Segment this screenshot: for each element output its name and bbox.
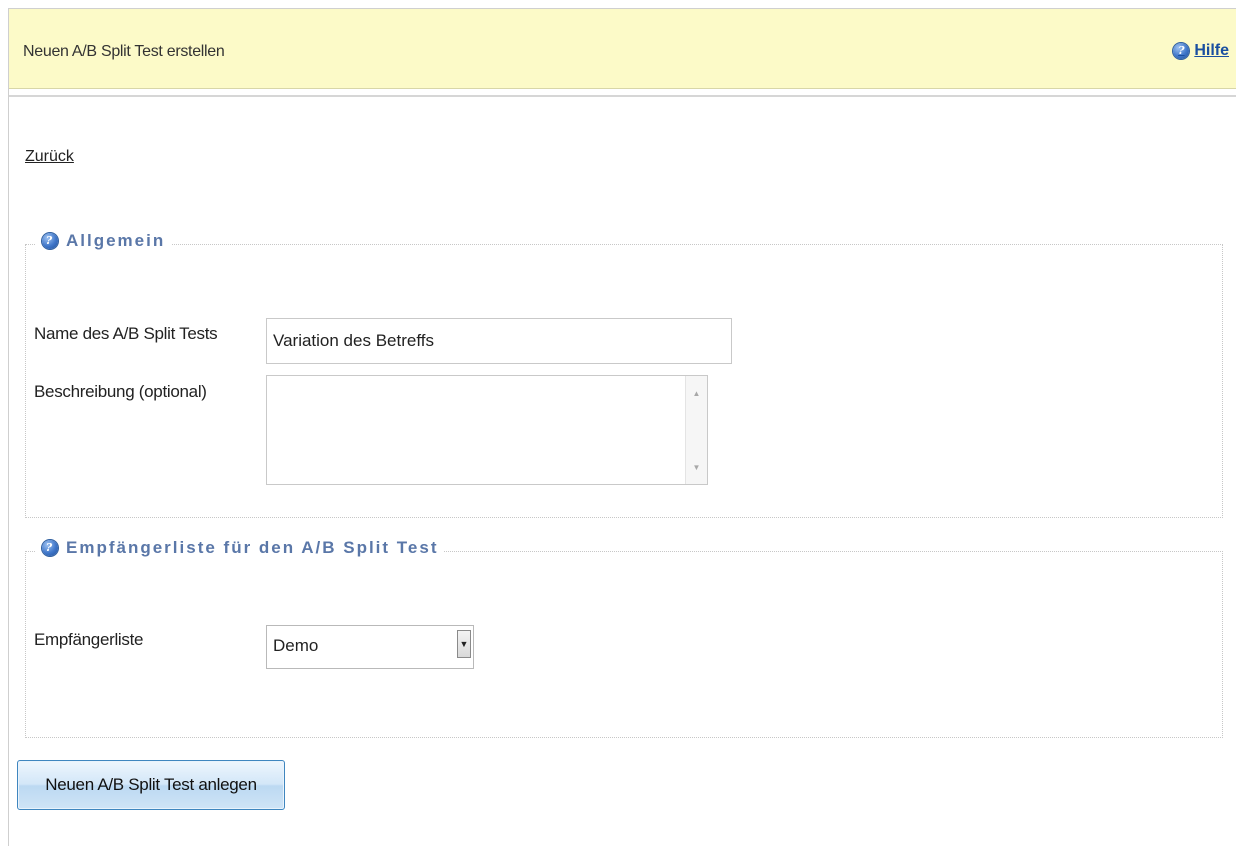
description-scrollbar[interactable]: ▲ ▼ xyxy=(685,376,707,484)
description-label: Beschreibung (optional) xyxy=(34,382,207,401)
description-field[interactable] xyxy=(267,376,686,484)
help-question-icon[interactable]: ? xyxy=(42,233,58,249)
test-name-input[interactable] xyxy=(266,318,732,364)
create-split-test-button[interactable]: Neuen A/B Split Test anlegen xyxy=(17,760,285,810)
chevron-down-icon[interactable]: ▼ xyxy=(457,630,471,658)
scroll-up-icon[interactable]: ▲ xyxy=(686,386,707,402)
help-question-icon: ? xyxy=(1173,43,1190,59)
help-question-icon[interactable]: ? xyxy=(42,540,58,556)
header-divider xyxy=(9,95,1236,97)
back-link[interactable]: Zurück xyxy=(25,148,74,166)
page-header: Neuen A/B Split Test erstellen ? Hilfe xyxy=(9,9,1236,89)
test-name-label: Name des A/B Split Tests xyxy=(34,324,218,343)
recipients-fieldset: ? Empfängerliste für den A/B Split Test xyxy=(25,538,1223,738)
scroll-down-icon[interactable]: ▼ xyxy=(686,460,707,476)
help-link-label: Hilfe xyxy=(1194,42,1229,59)
general-legend: ? Allgemein xyxy=(36,231,172,251)
help-link[interactable]: ? Hilfe xyxy=(1173,42,1229,60)
page-title: Neuen A/B Split Test erstellen xyxy=(23,43,225,60)
description-textarea[interactable]: ▲ ▼ xyxy=(266,375,708,485)
recipient-list-select[interactable]: Demo ▼ xyxy=(266,625,474,669)
general-legend-label: Allgemein xyxy=(66,231,166,250)
recipients-legend-label: Empfängerliste für den A/B Split Test xyxy=(66,538,439,557)
recipients-legend: ? Empfängerliste für den A/B Split Test xyxy=(36,538,445,558)
recipient-list-value: Demo xyxy=(273,636,319,655)
recipient-list-label: Empfängerliste xyxy=(34,630,144,649)
